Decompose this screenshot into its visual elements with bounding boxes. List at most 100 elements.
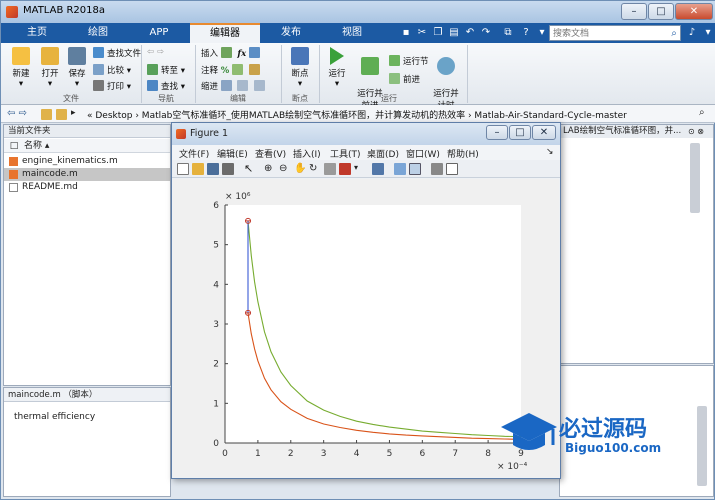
save-button[interactable]: 保存 ▾ (65, 47, 89, 89)
tab-editor[interactable]: 编辑器 (190, 23, 260, 43)
menu-view[interactable]: 查看(V) (255, 147, 286, 160)
brush-dropdown-icon[interactable]: ▾ (354, 163, 366, 175)
y-tick-label: 3 (213, 320, 219, 330)
save-quick-icon[interactable]: ▪ (399, 26, 413, 40)
browse-folder-icon[interactable] (56, 109, 67, 120)
new-figure-icon[interactable] (177, 163, 189, 175)
bell-icon[interactable]: ♪ (685, 26, 699, 40)
dropdown-arrow-icon[interactable]: ▾ (535, 26, 549, 40)
undo-icon[interactable]: ↶ (463, 26, 477, 40)
pan-icon[interactable]: ✋ (294, 163, 306, 175)
data-cursor-icon[interactable] (324, 163, 336, 175)
y-tick-label: 4 (213, 280, 219, 290)
name-column-header[interactable]: □ 名称 ▴ (4, 139, 170, 153)
pointer-icon[interactable]: ↖ (244, 163, 256, 175)
file-row-engine-kinematics[interactable]: engine_kinematics.m (4, 155, 170, 168)
editor-scrollbar[interactable] (690, 143, 700, 213)
y-multiplier-label: × 10⁶ (225, 192, 251, 202)
open-file-icon[interactable] (192, 163, 204, 175)
wrap-icon (248, 64, 260, 75)
paste-icon[interactable]: ▤ (447, 26, 461, 40)
group-label-breakpoints: 断点 (292, 94, 308, 103)
address-bar: ⇦ ⇨ ▸ « Desktop › Matlab空气标准循环_使用MATLAB绘… (1, 105, 715, 123)
menu-desktop[interactable]: 桌面(D) (367, 147, 399, 160)
dropdown-arrow-icon[interactable]: ▸ (71, 108, 76, 118)
run-section-button[interactable]: 运行节 (389, 55, 429, 67)
run-button[interactable]: 运行 ▾ (323, 47, 351, 89)
menu-help[interactable]: 帮助(H) (447, 147, 479, 160)
copy-icon[interactable]: ❐ (431, 26, 445, 40)
find-button[interactable]: 查找 ▾ (147, 80, 185, 92)
file-row-readme[interactable]: README.md (4, 181, 170, 194)
breakpoints-button[interactable]: 断点 ▾ (285, 47, 315, 89)
menu-window[interactable]: 窗口(W) (406, 147, 440, 160)
matlab-window: MATLAB R2018a – □ ✕ 主页 绘图 APP 编辑器 发布 视图 … (0, 0, 715, 500)
find-files-button[interactable]: 查找文件 (93, 47, 141, 59)
compare-icon (93, 64, 104, 75)
search-icon[interactable]: ⌕ (667, 27, 681, 41)
y-tick-label: 5 (213, 241, 219, 251)
x-tick-label: 4 (354, 449, 360, 459)
folder-path[interactable]: « Desktop › Matlab空气标准循环_使用MATLAB绘制空气标准循… (87, 108, 627, 121)
show-plot-tools-icon[interactable] (446, 163, 458, 175)
ribbon-collapse-icon[interactable]: ▾ (701, 26, 715, 40)
menu-insert[interactable]: 插入(I) (293, 147, 321, 160)
link-plot-icon[interactable] (372, 163, 384, 175)
address-search-icon[interactable]: ⌕ (699, 107, 705, 118)
brush-icon[interactable] (339, 163, 351, 175)
nav-back-forward[interactable]: ⇦ ⇨ (147, 47, 164, 57)
tab-view[interactable]: 视图 (322, 23, 382, 43)
watermark-text: 必过源码 (559, 417, 648, 442)
menu-file[interactable]: 文件(F) (179, 147, 209, 160)
x-tick-label: 1 (255, 449, 261, 459)
help-icon[interactable]: ? (519, 26, 533, 40)
close-button[interactable]: ✕ (675, 3, 713, 20)
dock-arrow-icon[interactable]: ↘ (546, 147, 554, 157)
up-folder-icon[interactable] (41, 109, 52, 120)
file-row-maincode[interactable]: maincode.m (4, 168, 170, 181)
menu-tools[interactable]: 工具(T) (330, 147, 361, 160)
advance-button[interactable]: 前进 (389, 73, 420, 85)
indent-icon (220, 80, 232, 91)
back-forward-arrows[interactable]: ⇦ ⇨ (7, 108, 27, 119)
find-icon (147, 80, 158, 91)
goto-button[interactable]: 转至 ▾ (147, 64, 185, 76)
search-documentation-input[interactable] (549, 25, 681, 41)
menu-edit[interactable]: 编辑(E) (217, 147, 248, 160)
minimize-button[interactable]: – (621, 3, 647, 20)
maximize-button[interactable]: □ (648, 3, 674, 20)
open-button[interactable]: 打开 ▾ (37, 47, 63, 89)
new-button[interactable]: 新建 ▾ (7, 47, 35, 89)
compare-button[interactable]: 比较 ▾ (93, 64, 131, 76)
rotate-icon[interactable]: ↻ (309, 163, 321, 175)
tab-apps[interactable]: APP (129, 23, 189, 43)
switch-windows-icon[interactable]: ⧉ (501, 26, 515, 40)
insert-button[interactable]: 插入 fx (201, 47, 263, 59)
legend-icon[interactable] (409, 163, 421, 175)
tab-publish[interactable]: 发布 (261, 23, 321, 43)
printer-icon (93, 80, 104, 91)
editor-action-icon[interactable]: ⊙ ⊗ (688, 127, 704, 136)
cut-icon[interactable]: ✂ (415, 26, 429, 40)
print-button[interactable]: 打印 ▾ (93, 80, 131, 92)
run-icon (330, 47, 344, 65)
print-figure-icon[interactable] (222, 163, 234, 175)
hide-plot-tools-icon[interactable] (431, 163, 443, 175)
comment-button[interactable]: 注释 % (201, 64, 263, 76)
zoom-out-icon[interactable]: ⊖ (279, 163, 291, 175)
zoom-in-icon[interactable]: ⊕ (264, 163, 276, 175)
figure-minimize-button[interactable]: – (486, 125, 508, 140)
figure-close-button[interactable]: ✕ (532, 125, 556, 140)
tab-home[interactable]: 主页 (7, 23, 67, 43)
redo-icon[interactable]: ↷ (479, 26, 493, 40)
separator (195, 45, 196, 103)
new-file-icon (12, 47, 30, 65)
title-bar: MATLAB R2018a – □ ✕ (1, 1, 715, 23)
x-multiplier-label: × 10⁻⁴ (497, 462, 528, 472)
tab-plots[interactable]: 绘图 (68, 23, 128, 43)
figure-maximize-button[interactable]: □ (509, 125, 531, 140)
indent-button[interactable]: 缩进 (201, 80, 268, 92)
colorbar-icon[interactable] (394, 163, 406, 175)
save-figure-icon[interactable] (207, 163, 219, 175)
run-and-time-button[interactable]: 运行并 计时 (431, 47, 461, 111)
